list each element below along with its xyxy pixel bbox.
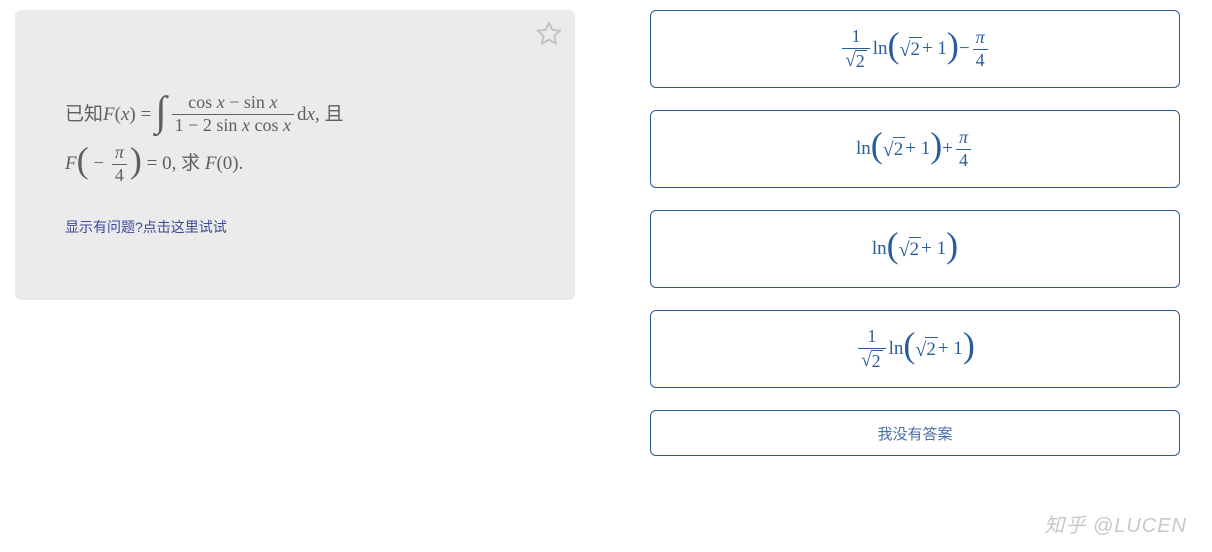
question-card: 已知 F(x) = ∫ cos x − sin x 1 − 2 sin x co… [15, 10, 575, 300]
option-c[interactable]: ln(√2 + 1) [650, 210, 1180, 288]
display-problem-link[interactable]: 显示有问题?点击这里试试 [65, 217, 525, 237]
option-no-answer[interactable]: 我没有答案 [650, 410, 1180, 456]
option-b[interactable]: ln(√2 + 1) + π4 [650, 110, 1180, 188]
option-a[interactable]: 1 √2 ln(√2 + 1) − π4 [650, 10, 1180, 88]
integral-icon: ∫ [155, 96, 166, 129]
question-text: 已知 F(x) = ∫ cos x − sin x 1 − 2 sin x co… [65, 90, 525, 189]
favorite-star-button[interactable] [535, 20, 563, 48]
question-line-2: F( − π4 ) = 0, 求 F(0). [65, 139, 243, 188]
options-list: 1 √2 ln(√2 + 1) − π4 ln(√2 + 1) + π4 ln(… [650, 10, 1180, 456]
option-d[interactable]: 1 √2 ln(√2 + 1) [650, 310, 1180, 388]
question-line-1: 已知 F(x) = ∫ cos x − sin x 1 − 2 sin x co… [65, 90, 343, 139]
watermark: 知乎 @LUCEN [1044, 509, 1187, 538]
